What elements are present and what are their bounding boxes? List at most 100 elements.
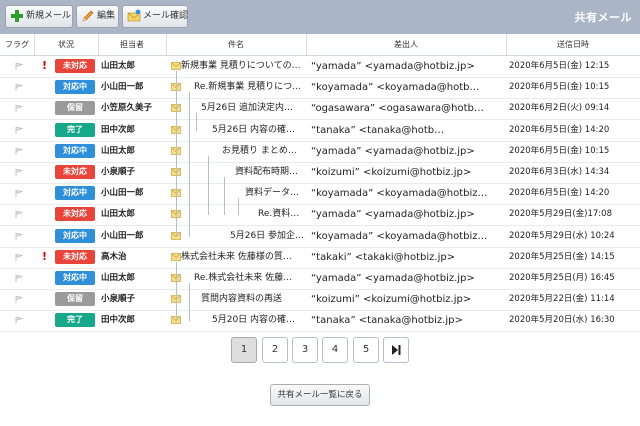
flag-icon[interactable]: [15, 63, 23, 70]
envelope-icon: [171, 62, 181, 70]
status-badge[interactable]: 対応中: [55, 186, 95, 201]
table-row[interactable]: 対応中 小山田一郎 資料データ… “koyamada” <koyamada@hotbi…: [0, 183, 640, 206]
table-row[interactable]: 対応中 小山田一郎 5月26日 参加企… “koyamada” <koyamada@h…: [0, 226, 640, 248]
assignee-name: 小泉順子: [101, 294, 136, 305]
status-badge[interactable]: 保留: [55, 292, 95, 307]
status-badge[interactable]: 未対応: [55, 249, 95, 264]
page-5-button[interactable]: 5: [353, 337, 379, 363]
table-row[interactable]: 未対応 小泉順子 資料配布時期… “koizumi” <koizumi@hotbiz.…: [0, 162, 640, 184]
table-row[interactable]: ! 未対応 山田太郎 新規事業 見積りについての… “yamada” <yamada@h…: [0, 56, 640, 78]
flag-icon[interactable]: [15, 169, 23, 176]
column-header-sender[interactable]: 差出人: [306, 34, 506, 55]
table-row[interactable]: 対応中 山田太郎 Re.株式会社未来 佐藤… “yamada” <yamada@hot…: [0, 268, 640, 290]
status-badge[interactable]: 完了: [55, 122, 95, 137]
pencil-icon: [82, 10, 94, 22]
table-row[interactable]: 対応中 山田太郎 お見積り まとめ… “yamada” <yamada@hotbiz.…: [0, 141, 640, 163]
status-badge[interactable]: 保留: [55, 101, 95, 116]
flag-icon[interactable]: [15, 126, 23, 134]
back-to-list-button[interactable]: 共有メール一覧に戻る: [270, 384, 370, 406]
thread-guide-line: [176, 261, 177, 322]
toolbar: 新規メール 編集 メール確認 共有メール: [0, 0, 640, 34]
column-header-flag[interactable]: フラグ: [0, 34, 34, 55]
column-header-status[interactable]: 状況: [34, 34, 98, 55]
assignee-name: 小泉順子: [101, 167, 136, 177]
sender-address: “tanaka” <tanaka@hotbiz.jp>: [311, 315, 463, 327]
assignee-name: 小笠原久美子: [101, 103, 153, 114]
assignee-name: 山田太郎: [101, 61, 136, 71]
page-4-button[interactable]: 4: [322, 337, 348, 363]
status-badge[interactable]: 対応中: [55, 228, 95, 243]
flag-icon[interactable]: [15, 147, 23, 155]
thread-guide-line: [189, 92, 190, 237]
flag-icon[interactable]: [15, 253, 23, 261]
assignee-name: 田中次郎: [101, 124, 136, 135]
table-row[interactable]: 未対応 山田太郎 Re.資料… “yamada” <yamada@hotbiz.jp>…: [0, 204, 640, 227]
status-badge[interactable]: 完了: [55, 313, 95, 328]
thread-guide-line: [196, 113, 197, 131]
sent-datetime: 2020年5月25日(金) 14:15: [509, 251, 615, 262]
new-mail-label: 新規メール: [26, 11, 72, 21]
table-row[interactable]: 保留 小笠原久美子 5月26日 追加決定内… “ogasawara” <ogasawa…: [0, 98, 640, 121]
status-badge[interactable]: 未対応: [55, 207, 95, 222]
thread-guide-line: [238, 198, 239, 216]
edit-button[interactable]: 編集: [76, 5, 119, 28]
sent-datetime: 2020年5月20日(水) 16:30: [509, 315, 615, 326]
flag-icon[interactable]: [15, 211, 23, 219]
table-row[interactable]: 対応中 小山田一郎 Re.新規事業 見積りにつ… “koyamada” <koyama…: [0, 77, 640, 100]
sent-datetime: 2020年6月5日(金) 10:15: [509, 145, 610, 156]
flag-icon[interactable]: [15, 190, 23, 198]
sent-datetime: 2020年6月5日(金) 12:15: [509, 61, 610, 71]
subject-link[interactable]: 5月20日 内容の確…: [212, 310, 306, 331]
flag-icon[interactable]: [15, 105, 23, 113]
assignee-name: 山田太郎: [101, 145, 136, 156]
page-2-button[interactable]: 2: [262, 337, 288, 363]
assignee-name: 山田太郎: [101, 273, 136, 283]
assignee-name: 小山田一郎: [101, 230, 144, 241]
page-title: 共有メール: [574, 11, 632, 24]
flag-icon[interactable]: [15, 317, 23, 325]
status-badge[interactable]: 対応中: [55, 80, 95, 95]
subject-link[interactable]: Re.株式会社未来 佐藤…: [194, 268, 306, 289]
page-3-button[interactable]: 3: [292, 337, 318, 363]
status-badge[interactable]: 未対応: [55, 59, 95, 73]
column-header-assignee[interactable]: 担当者: [98, 34, 166, 55]
table-row[interactable]: 保留 小泉順子 質問内容資料の再送 “koizumi” <koizumi@hotbiz…: [0, 289, 640, 312]
subject-link[interactable]: 資料配布時期…: [235, 162, 306, 183]
status-badge[interactable]: 未対応: [55, 165, 95, 179]
subject-link[interactable]: 5月26日 参加企…: [230, 226, 306, 247]
sender-address: “koizumi” <koizumi@hotbiz.jp>: [311, 294, 472, 306]
flag-icon[interactable]: [15, 84, 23, 92]
flag-icon[interactable]: [15, 232, 23, 240]
flag-icon[interactable]: [15, 296, 23, 304]
status-badge[interactable]: 対応中: [55, 143, 95, 158]
status-badge[interactable]: 対応中: [55, 271, 95, 285]
table-row[interactable]: 完了 田中次郎 5月26日 内容の確… “tanaka” <tanaka@hotb… 2…: [0, 120, 640, 142]
thread-guide-line: [224, 177, 225, 216]
subject-link[interactable]: 質問内容資料の再送: [201, 289, 306, 310]
column-header-subject[interactable]: 件名: [166, 34, 306, 55]
table-row[interactable]: 完了 田中次郎 5月20日 内容の確… “tanaka” <tanaka@hotbiz…: [0, 310, 640, 333]
sender-address: “ogasawara” <ogasawara@hotb…: [311, 103, 484, 115]
column-header-sent[interactable]: 送信日時: [506, 34, 640, 55]
sent-datetime: 2020年6月5日(金) 14:20: [509, 124, 610, 135]
sender-address: “yamada” <yamada@hotbiz.jp>: [311, 145, 475, 157]
subject-link[interactable]: Re.新規事業 見積りにつ…: [194, 77, 306, 98]
subject-link[interactable]: 株式会社未来 佐藤様の質…: [181, 247, 306, 268]
thread-guide-line: [189, 283, 190, 322]
last-page-button[interactable]: [383, 337, 409, 363]
assignee-name: 小山田一郎: [101, 188, 144, 199]
page-1-button[interactable]: 1: [231, 337, 257, 363]
subject-link[interactable]: お見積り まとめ…: [222, 141, 306, 162]
subject-link[interactable]: 新規事業 見積りについての…: [181, 56, 306, 77]
mail-check-button[interactable]: メール確認: [122, 5, 188, 28]
sender-address: “koizumi” <koizumi@hotbiz.jp>: [311, 167, 472, 178]
subject-link[interactable]: 5月26日 内容の確…: [212, 120, 306, 141]
sender-address: “koyamada” <koyamada@hotbiz…: [311, 188, 488, 200]
subject-link[interactable]: Re.資料…: [258, 204, 306, 225]
subject-link[interactable]: 資料データ…: [245, 183, 306, 204]
table-row[interactable]: ! 未対応 高木治 株式会社未来 佐藤様の質… “takaki” <takaki@hot…: [0, 247, 640, 269]
mail-check-icon: [127, 9, 141, 22]
new-mail-button[interactable]: 新規メール: [5, 5, 73, 28]
flag-icon[interactable]: [15, 275, 23, 282]
subject-link[interactable]: 5月26日 追加決定内…: [201, 98, 306, 119]
